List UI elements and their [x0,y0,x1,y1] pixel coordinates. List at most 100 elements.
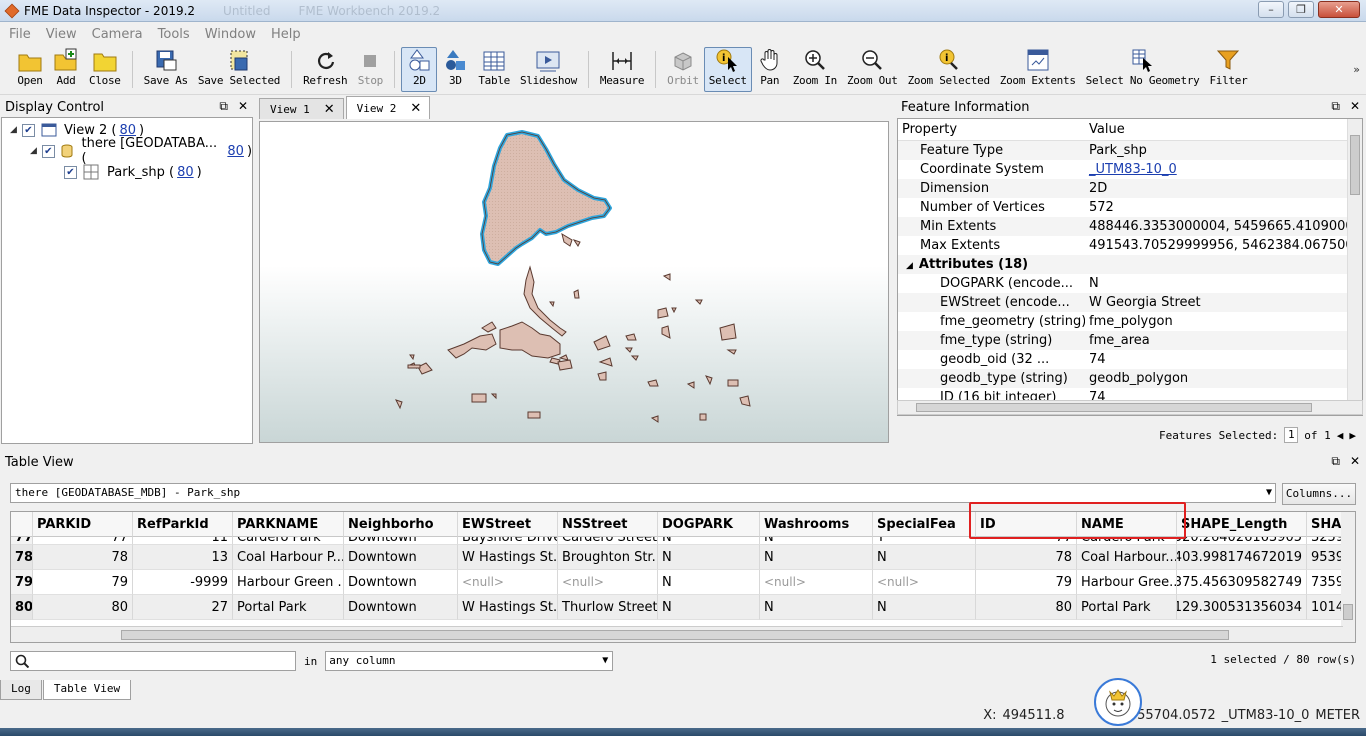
table-cell[interactable]: Broughton Str... [558,545,658,570]
table-vscroll[interactable] [1341,512,1355,642]
info-row[interactable]: Dimension 2D [898,179,1362,198]
column-header[interactable]: SHAPE_Length [1177,512,1307,537]
filter-button[interactable]: Filter [1204,47,1252,92]
table-cell[interactable]: 78 [33,545,133,570]
columns-button[interactable]: Columns... [1282,483,1356,505]
save-selected-button[interactable]: Save Selected [193,47,285,92]
table-cell[interactable]: Downtown [344,595,458,620]
table-cell[interactable]: W Hastings St... [458,595,558,620]
menu-window[interactable]: Window [200,27,266,42]
park-small-polygon[interactable] [671,307,677,314]
park-polygons-map[interactable] [260,122,888,442]
close-panel-icon[interactable]: ✕ [1350,454,1360,469]
table-cell[interactable]: Downtown [344,545,458,570]
info-row[interactable]: Max Extents 491543.70529999956, 5462384.0… [898,236,1362,255]
menu-camera[interactable]: Camera [87,27,153,42]
maximize-button[interactable]: ❐ [1288,1,1314,18]
park-small-polygon[interactable] [598,357,613,367]
column-header[interactable]: NSStreet [558,512,658,537]
table-cell[interactable]: Portal Park [1077,595,1177,620]
table-cell[interactable]: Coal Harbour... [1077,545,1177,570]
info-row[interactable]: Number of Vertices 572 [898,198,1362,217]
scroll-thumb[interactable] [121,630,1229,640]
park-cluster-polygon[interactable] [447,333,497,359]
table-cell[interactable]: Thurlow Street [558,595,658,620]
save-as-button[interactable]: Save As [139,47,193,92]
park-small-polygon[interactable] [650,415,659,423]
float-panel-icon[interactable]: ⧉ [1331,454,1340,469]
table-row[interactable]: 80 80 27 Portal Park Downtown W Hastings… [11,595,1355,620]
tree-node-dataset[interactable]: ◢ ✔ there [GEODATABA... ( 80 ) [30,136,252,166]
column-header[interactable]: DOGPARK [658,512,760,537]
refresh-button[interactable]: Refresh [298,47,352,92]
property-column-header[interactable]: Property [898,122,1085,137]
zoom-in-button[interactable]: Zoom In [788,47,842,92]
table-row[interactable]: 79 79 -9999 Harbour Green ... Downtown <… [11,570,1355,595]
table-row[interactable]: 78 78 13 Coal Harbour P... Downtown W Ha… [11,545,1355,570]
table-search-input[interactable] [10,651,296,671]
attribute-row[interactable]: geodb_oid (32 ... 74 [898,350,1362,369]
table-cell-null[interactable]: <null> [458,570,558,595]
row-header[interactable]: 79 [11,570,33,595]
park-small-polygon[interactable] [662,273,671,281]
table-cell[interactable]: 80 [976,595,1077,620]
table-cell[interactable]: 13 [133,545,233,570]
attribute-row[interactable]: EWStreet (encode... W Georgia Street [898,293,1362,312]
tab-view-2[interactable]: View 2 ✕ [345,96,431,119]
park-small-polygon[interactable] [630,355,639,361]
next-feature-icon[interactable]: ▶ [1349,429,1356,442]
table-cell[interactable]: N [760,595,873,620]
table-source-select[interactable]: there [GEODATABASE_MDB] - Park_shp ▼ [10,483,1276,503]
close-tab-icon[interactable]: ✕ [324,102,335,117]
open-button[interactable]: Open [12,47,48,92]
table-cell[interactable]: N [873,595,976,620]
table-cell[interactable]: 403.998174672019 [1177,545,1307,570]
park-small-polygon[interactable] [647,379,659,387]
table-cell[interactable]: Coal Harbour P... [233,545,344,570]
park-strip-polygon[interactable] [523,265,567,337]
table-cell[interactable]: N [873,545,976,570]
table-cell[interactable]: 375.456309582749 [1177,570,1307,595]
park-small-polygon[interactable] [694,299,703,305]
mode-2d-button[interactable]: 2D [401,47,438,92]
row-header[interactable]: 80 [11,595,33,620]
table-cell-null[interactable]: <null> [873,570,976,595]
column-header[interactable]: Neighborho [344,512,458,537]
park-small-polygon[interactable] [557,359,573,371]
tree-node-layer[interactable]: ✔ Park_shp ( 80 ) [64,162,202,182]
selected-park-polygon[interactable] [480,130,612,266]
column-header[interactable]: RefParkId [133,512,233,537]
table-cell[interactable]: Downtown [344,570,458,595]
attributes-group-row[interactable]: ◢ Attributes (18) [898,255,1362,274]
add-button[interactable]: Add [48,47,84,92]
measure-button[interactable]: Measure [595,47,649,92]
table-hscroll[interactable] [11,626,1343,642]
column-header[interactable]: PARKNAME [233,512,344,537]
table-cell[interactable]: N [760,545,873,570]
close-panel-icon[interactable]: ✕ [238,99,248,114]
table-cell[interactable]: N [658,570,760,595]
park-small-polygon[interactable] [572,239,581,247]
table-cell[interactable]: W Hastings St... [458,545,558,570]
park-small-polygon[interactable] [661,325,671,339]
search-column-select[interactable]: any column ▼ [325,651,614,671]
table-cell[interactable]: 79 [976,570,1077,595]
park-small-polygon[interactable] [624,347,633,353]
menu-tools[interactable]: Tools [153,27,200,42]
coordinate-system-link[interactable]: _UTM83-10_0 [1089,162,1177,177]
table-cell[interactable]: 129.300531356034 [1177,595,1307,620]
collapse-arrow-icon[interactable]: ◢ [906,261,913,271]
tab-log[interactable]: Log [0,680,42,700]
attribute-row[interactable]: fme_type (string) fme_area [898,331,1362,350]
park-small-polygon[interactable] [597,371,607,381]
pan-button[interactable]: Pan [752,47,788,92]
menu-view[interactable]: View [41,27,87,42]
close-window-button[interactable]: ✕ [1318,1,1360,18]
table-cell[interactable]: 7359 [1307,570,1343,595]
layer-checkbox[interactable]: ✔ [64,165,77,179]
park-small-polygon[interactable] [657,307,669,319]
park-small-polygon[interactable] [727,379,739,387]
float-panel-icon[interactable]: ⧉ [219,99,228,114]
column-header[interactable]: SHAF [1307,512,1343,537]
value-column-header[interactable]: Value [1085,122,1350,137]
